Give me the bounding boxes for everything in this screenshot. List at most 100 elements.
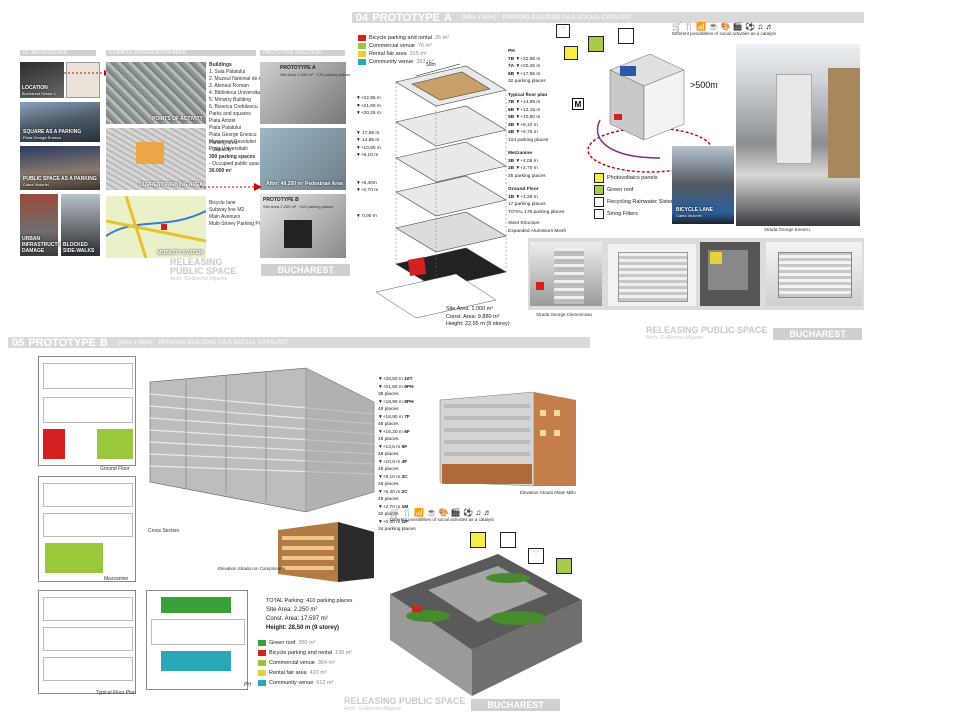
building-item: Piata Amzei: [209, 118, 236, 124]
parking-legend-item: Parking area: [209, 140, 238, 146]
legend-label: Community venue: [269, 680, 314, 686]
elevation-matei-millo: [436, 386, 582, 490]
plan-label: Mezzanine: [104, 576, 129, 582]
legend-label: Rental fair area: [269, 670, 307, 676]
level-code: 5B: [508, 115, 515, 120]
proto-a-dims: (50m x 50m): [461, 14, 497, 21]
level-height: ▼+1,35 m: [515, 194, 538, 200]
level-label: ▼ 14,85 m: [356, 138, 380, 143]
background-panel: 01. BACKGROUND EXAMPLE INTERVENTION AREA…: [20, 50, 351, 282]
site-area: Site Area: 1.000 m²: [446, 306, 494, 312]
rain-icon: ∵: [528, 548, 544, 564]
level-label: ▼+20,25 m: [356, 111, 381, 116]
arrow-icon: [200, 183, 262, 191]
eco-label: Green roof: [607, 187, 634, 193]
const-area: Const. Area: 9.880 m²: [446, 313, 500, 320]
total-spaces: TOTAL 178 parking places: [508, 209, 565, 215]
proto-a-thumb-sub: Site Area 1.000 m² · 178 parking places: [280, 72, 351, 77]
building-height: Height: 28,50 m (9 storey): [266, 625, 340, 631]
legend-item: Rental fair area 420 m²: [258, 668, 352, 678]
metro-badge: M: [572, 98, 584, 110]
building-facade: [828, 68, 860, 178]
bike-zone: [43, 429, 65, 459]
parking-legend-item: - Capacity: [209, 147, 232, 153]
parking-legend-item: 30.000 m²: [209, 168, 232, 174]
level-height: ▼+16,20 m: [378, 429, 403, 435]
level-height: ▼+20,25 m: [515, 64, 541, 69]
legend-label: Rental fair area: [369, 51, 407, 57]
footer-author: Arch. Guillermo Mijares: [170, 276, 228, 282]
level-height: ▼+6,75 m: [515, 130, 538, 135]
level-places: 48 places: [378, 467, 399, 472]
mobility-map: MOBILITY SYSTEM: [105, 195, 207, 259]
level-height: ▼+5,40 m: [378, 489, 401, 495]
total-parking: TOTAL Parking: 410 parking places: [266, 598, 353, 604]
mobility-legend-item: Main Avenues: [209, 214, 241, 220]
points-caption: POINTS OF ACTIVITY: [152, 116, 203, 122]
legend-swatch: [358, 35, 366, 41]
elevation-caption: Elevation Strada Ion Campineanu: [218, 566, 286, 571]
clemenceau-caption: Strada George Clemenceau: [536, 312, 593, 317]
level-label: ▼+22,95 m: [356, 96, 381, 101]
current-parking-map: CURRENT PARKING AREA: [106, 128, 206, 190]
legend-swatch: [258, 660, 266, 666]
level-label: ▼+10,80 m: [356, 145, 381, 151]
eco-label: Recycling Rainwater Sistem: [607, 199, 676, 205]
plan-label: PH: [244, 682, 251, 688]
building-item: 6. Biserica Cretulescu: [209, 104, 258, 110]
level-height: ▼+8,10 m: [515, 122, 538, 128]
location-sub: Bucharest Sector 1: [22, 91, 57, 96]
sun-icon: [564, 46, 578, 60]
level-code: 4B: [508, 130, 515, 135]
level-height: ▼+18,90 m: [378, 414, 403, 420]
elevation-drawing: [439, 391, 576, 487]
proto-b-title: PROTOTYPE: [28, 337, 96, 348]
building-item: 5. Ministry Building: [209, 97, 251, 103]
legend-label: Green roof: [269, 640, 296, 646]
steel-label: Steel Structure: [508, 221, 540, 226]
mobility-legend-item: Bicycle lane: [209, 200, 236, 206]
proto-a-thumb-title: PROTOTYPE A: [280, 65, 316, 71]
typical-floor-plan: [38, 590, 136, 694]
activity-icons: 🛒 🍴 📶 ☕ 🎨 🎬 ⚽ ♫ ♬: [672, 22, 774, 31]
const-area: Const. Area: 17.597 m²: [266, 616, 328, 622]
footer-city: BUCHAREST: [471, 698, 560, 711]
proto-b-activities: 🛒 🍴 📶 ☕ 🎨 🎬 ⚽ ♫ ♬ Different possibilitie…: [390, 508, 530, 522]
arrow-icon: [64, 70, 110, 76]
level-code: 5F: [401, 444, 408, 450]
render-facade-b: [766, 242, 862, 306]
footer-title: RELEASING PUBLIC SPACE: [646, 325, 768, 335]
building-height: Height: 22,95 m (9 storey): [446, 321, 510, 327]
level-label: ▼+21,60 m: [356, 103, 381, 109]
cross-section-caption: Cross Section: [148, 528, 180, 534]
proto-b-roof-render: ∵: [388, 530, 584, 698]
proto-b-thumb-sub: Site Area 2.250 m² · 410 parking places: [263, 204, 334, 209]
proto-b-footer: RELEASING PUBLIC SPACE Arch. Guillermo M…: [344, 697, 560, 712]
level-code: 6B: [508, 107, 515, 113]
level-code: 7B: [508, 56, 515, 62]
current-parking-caption: CURRENT PARKING AREA: [139, 182, 203, 188]
level-label: ▼+8,10 m: [356, 153, 379, 158]
level-label: ▼ 0,00 m: [356, 213, 377, 219]
building-item: 4. Biblioteca Universitara: [209, 90, 265, 96]
legend-item: Green roof 350 m²: [258, 638, 352, 648]
level-height: ▼+13,5 m: [378, 444, 401, 450]
proto-a-num: 04: [356, 12, 369, 23]
legend-value: 350 m²: [298, 640, 316, 646]
rainwater-icon: [594, 197, 604, 207]
footer-title: RELEASING PUBLIC SPACE: [344, 696, 466, 706]
level-code: 8PH: [404, 399, 414, 405]
level-height: ▼+17,55 m: [515, 71, 541, 77]
eco-label: Smog Filters: [607, 211, 638, 217]
proto-b-subtitle: PARKING BUILDING AS A SOCIAL CATALYST: [158, 339, 289, 346]
proto-a-subtitle: PARKING BUILDING AS A SOCIAL CATALYST: [502, 14, 633, 21]
eco-item: Smog Filters: [594, 208, 675, 220]
mezz-spaces: 25 parking places: [508, 173, 546, 179]
smog-filter-icon: [594, 209, 604, 219]
legend-swatch: [258, 650, 266, 656]
proto-a-right-levels: PH 7B ▼+22,95 m 7A ▼+20,25 m 6B ▼+17,55 …: [508, 48, 578, 235]
level-code: 6F: [404, 429, 410, 435]
legend-swatch: [258, 670, 266, 676]
level-height: ▼+4,05 m: [515, 158, 538, 164]
street-photo: [736, 44, 860, 226]
